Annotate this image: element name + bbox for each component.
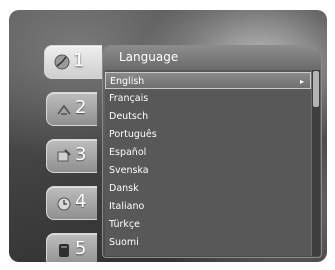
tab-3[interactable]: 3 bbox=[46, 139, 97, 173]
list-item[interactable]: Deutsch bbox=[105, 108, 311, 125]
scrollbar[interactable] bbox=[311, 70, 320, 256]
list-item-label: Français bbox=[109, 93, 149, 104]
tv-screen: 1 2 3 4 5 Language English ▸ Français De… bbox=[9, 10, 327, 262]
tab-number: 4 bbox=[75, 191, 87, 212]
tab-number: 2 bbox=[75, 97, 87, 118]
tab-number: 5 bbox=[75, 238, 87, 259]
list-item[interactable]: Svenska bbox=[105, 162, 311, 179]
chevron-right-icon: ▸ bbox=[299, 77, 304, 86]
menu-header: Language bbox=[103, 46, 321, 70]
tools-icon bbox=[55, 147, 73, 165]
list-item[interactable]: Türkçe bbox=[105, 216, 311, 233]
satellite-dish-icon bbox=[53, 53, 71, 71]
list-item-label: Dansk bbox=[109, 183, 139, 194]
tab-4[interactable]: 4 bbox=[46, 186, 97, 220]
scrollbar-thumb[interactable] bbox=[313, 71, 319, 107]
storage-icon bbox=[55, 241, 73, 259]
tab-5[interactable]: 5 bbox=[46, 233, 97, 262]
list-item-english[interactable]: English ▸ bbox=[105, 72, 311, 89]
tab-number: 1 bbox=[73, 50, 85, 71]
tab-number: 3 bbox=[75, 144, 87, 165]
list-item[interactable]: Italiano bbox=[105, 198, 311, 215]
menu-title: Language bbox=[119, 50, 179, 64]
list-item[interactable]: Português bbox=[105, 126, 311, 143]
list-item-label: Italiano bbox=[109, 201, 145, 212]
list-item[interactable]: Dansk bbox=[105, 180, 311, 197]
list-item-label: Español bbox=[109, 147, 147, 158]
list-item-label: English bbox=[110, 76, 145, 87]
list-item-label: Türkçe bbox=[109, 219, 140, 230]
language-list: English ▸ Français Deutsch Português Esp… bbox=[105, 70, 311, 256]
list-item-label: Deutsch bbox=[109, 111, 149, 122]
list-item[interactable]: Suomi bbox=[105, 234, 311, 251]
tab-2[interactable]: 2 bbox=[46, 92, 97, 126]
clock-icon bbox=[55, 194, 73, 212]
tab-1[interactable]: 1 bbox=[44, 45, 102, 79]
list-item[interactable]: Español bbox=[105, 144, 311, 161]
list-item-label: Svenska bbox=[109, 165, 149, 176]
list-item-label: Português bbox=[109, 129, 157, 140]
language-menu-panel: Language English ▸ Français Deutsch Port… bbox=[102, 45, 322, 258]
list-item[interactable]: Français bbox=[105, 90, 311, 107]
list-item-label: Suomi bbox=[109, 237, 139, 248]
antenna-icon bbox=[55, 100, 73, 118]
